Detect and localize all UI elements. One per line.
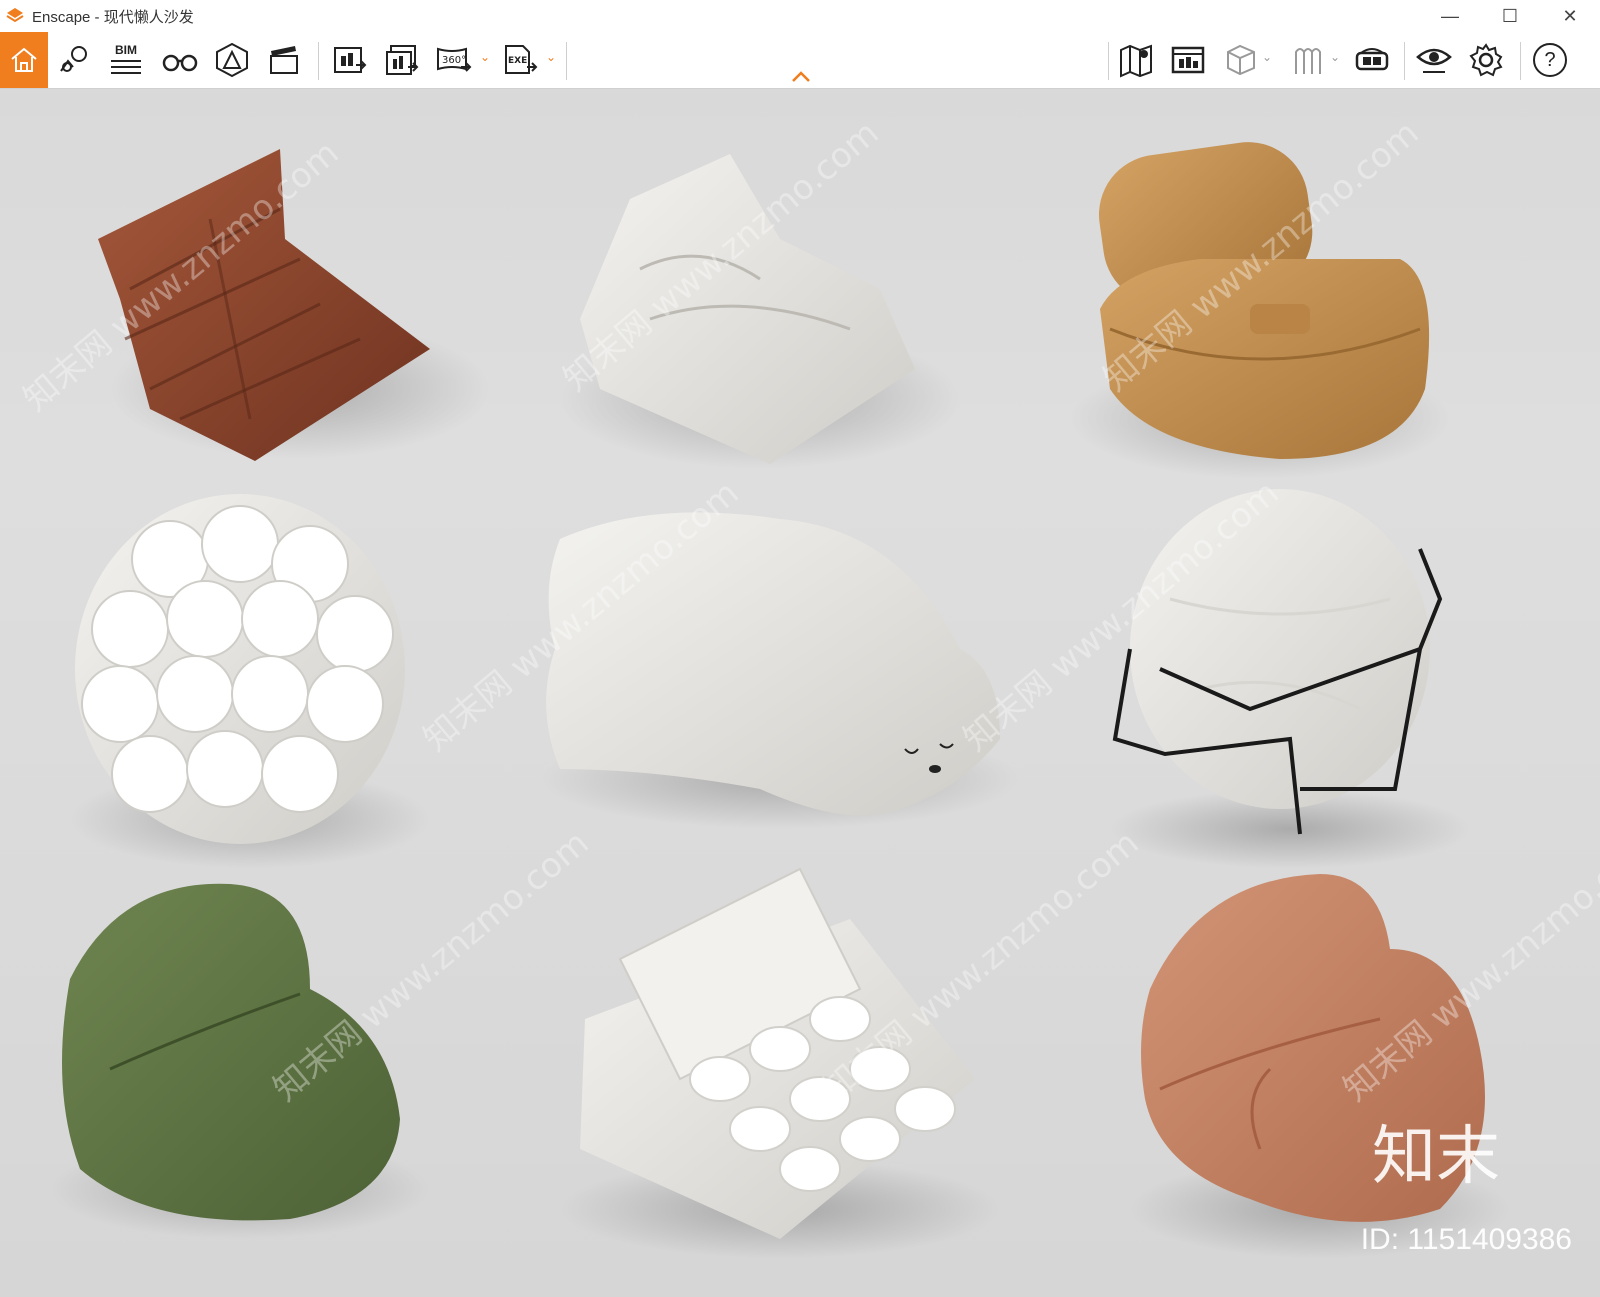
- bim-label: BIM: [115, 43, 137, 57]
- minimize-button[interactable]: —: [1420, 0, 1480, 32]
- location-button[interactable]: [54, 38, 94, 82]
- green-pumpkin-chair: [50, 883, 430, 1239]
- toolbar-separator: [1404, 42, 1405, 80]
- mustard-soriana-chair: [1070, 142, 1450, 479]
- toolbar-separator: [566, 42, 567, 80]
- close-button[interactable]: ✕: [1540, 0, 1600, 32]
- asset-library-button[interactable]: [1168, 38, 1208, 82]
- sofa-scene: [50, 142, 1510, 1259]
- perspective-button[interactable]: [212, 38, 252, 82]
- exe-label: EXE: [508, 56, 527, 66]
- settings-button[interactable]: [1466, 38, 1506, 82]
- view-cube-icon: [1227, 44, 1255, 76]
- view-cube-button[interactable]: [1220, 38, 1260, 82]
- settings-gear-icon: [1469, 43, 1503, 77]
- visual-settings-icon: [1416, 48, 1452, 73]
- panorama-button[interactable]: 360°: [434, 38, 474, 82]
- bim-button[interactable]: BIM: [106, 38, 146, 82]
- vr-headset-button[interactable]: [1352, 38, 1392, 82]
- home-icon: [11, 47, 37, 72]
- clapperboard-icon: [270, 46, 298, 74]
- render-viewport[interactable]: 知末网 www.znzmo.com 知末网 www.znzmo.com 知末网 …: [0, 89, 1600, 1297]
- exe-export-button[interactable]: EXE: [500, 38, 540, 82]
- help-label: ?: [1544, 48, 1556, 71]
- rendering-dropdown-chevron-icon[interactable]: ⌄: [1330, 50, 1340, 64]
- binoculars-icon: [162, 54, 198, 72]
- bim-icon: [111, 60, 141, 74]
- panorama-dropdown-chevron-icon[interactable]: ⌄: [480, 50, 490, 64]
- exe-dropdown-chevron-icon[interactable]: ⌄: [546, 50, 556, 64]
- walk-mode-button[interactable]: [160, 38, 200, 82]
- perspective-icon: [216, 42, 248, 78]
- screenshot-icon: [334, 47, 367, 73]
- batch-render-icon: [386, 45, 419, 75]
- rendering-style-icon: [1295, 48, 1321, 74]
- help-icon: ?: [1533, 43, 1567, 77]
- collapse-toolbar-chevron-icon[interactable]: [790, 69, 812, 83]
- toolbar-separator: [318, 42, 319, 80]
- vr-headset-icon: [1355, 48, 1389, 71]
- screenshot-button[interactable]: [330, 38, 370, 82]
- video-editor-button[interactable]: [264, 38, 304, 82]
- toolbar-separator: [1520, 42, 1521, 80]
- main-toolbar: BIM 360° ⌄ EXE ⌄ ⌄ ⌄ ?: [0, 32, 1600, 89]
- visual-settings-button[interactable]: [1414, 38, 1454, 82]
- view-dropdown-chevron-icon[interactable]: ⌄: [1262, 50, 1272, 64]
- brand-logo: 知末: [1372, 1120, 1500, 1194]
- help-button[interactable]: ?: [1530, 38, 1570, 82]
- enscape-logo-icon: [4, 5, 26, 27]
- model-id-label: ID: 1151409386: [1360, 1223, 1572, 1256]
- white-modular-tufted-sofa: [560, 867, 1000, 1259]
- window-title: Enscape - 现代懒人沙发: [32, 8, 194, 26]
- home-button[interactable]: [0, 32, 48, 88]
- batch-render-button[interactable]: [382, 38, 422, 82]
- map-icon: [1120, 44, 1152, 78]
- exe-export-icon: EXE: [505, 45, 538, 74]
- white-bubble-armchair: [70, 494, 430, 869]
- title-bar: Enscape - 现代懒人沙发 — ☐ ✕: [0, 0, 1600, 32]
- panorama-icon: 360°: [437, 47, 472, 72]
- rendering-style-button[interactable]: [1288, 38, 1328, 82]
- toolbar-separator: [1108, 42, 1109, 80]
- panorama-label: 360°: [442, 55, 466, 66]
- maximize-button[interactable]: ☐: [1480, 0, 1540, 32]
- terracotta-cloud-chair: [1130, 874, 1510, 1259]
- asset-library-icon: [1171, 46, 1205, 74]
- map-button[interactable]: [1116, 38, 1156, 82]
- location-pin-icon: [60, 46, 87, 72]
